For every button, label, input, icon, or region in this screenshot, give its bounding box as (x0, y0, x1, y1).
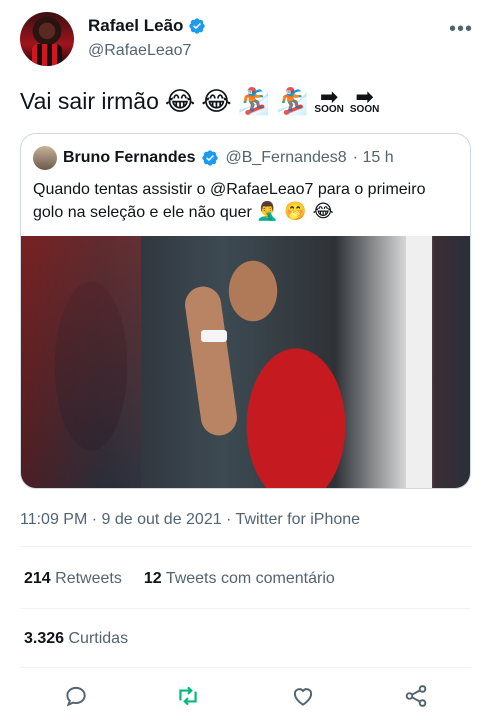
quoted-photo[interactable] (21, 236, 470, 488)
laughing-emoji: 😂 (201, 86, 232, 117)
quoted-time: · 15 h (352, 149, 394, 166)
tweet-stats: 214 Retweets 12 Tweets com comentário (24, 570, 335, 588)
more-icon[interactable]: ••• (449, 18, 473, 41)
author-handle[interactable]: @RafaeLeao7 (88, 42, 206, 60)
tweet-header: Rafael Leão @RafaeLeao7 ••• (20, 12, 473, 68)
tweet-timestamp[interactable]: 11:09 PM · 9 de out de 2021 · Twitter fo… (20, 511, 360, 529)
author-name-text[interactable]: Rafael Leão (88, 16, 183, 36)
quoted-emojis: 🤦‍♂️ 🤭 😂 (256, 201, 334, 222)
divider (20, 667, 471, 668)
tweet-text: Vai sair irmão 😂 😂 🏂 🏂 ➡ SOON ➡ SOON (20, 83, 380, 117)
laughing-emoji: 😂 (164, 86, 196, 117)
quotes-stat[interactable]: 12 Tweets com comentário (144, 570, 335, 588)
soon-arrow-emoji: ➡ SOON (314, 83, 344, 115)
quoted-display-name: Bruno Fernandes (63, 149, 196, 166)
divider (20, 608, 471, 609)
divider (20, 546, 471, 547)
tweet-actions (0, 683, 491, 709)
reply-icon[interactable] (63, 683, 89, 709)
quoted-avatar (33, 146, 57, 170)
like-icon[interactable] (290, 683, 316, 709)
author-avatar[interactable] (20, 12, 74, 66)
quoted-handle: @B_Fernandes8 (225, 149, 347, 166)
verified-icon (189, 18, 206, 34)
quoted-text: Quando tentas assistir o @RafaeLeao7 par… (33, 178, 458, 224)
author-display-name[interactable]: Rafael Leão (88, 16, 206, 36)
share-icon[interactable] (403, 683, 429, 709)
tweet-text-content: Vai sair irmão (20, 88, 159, 114)
author-names: Rafael Leão @RafaeLeao7 (88, 16, 206, 60)
soon-arrow-emoji: ➡ SOON (349, 83, 380, 115)
quoted-header: Bruno Fernandes @B_Fernandes8 · 15 h (33, 146, 394, 170)
verified-icon (202, 150, 219, 166)
retweets-stat[interactable]: 214 Retweets (24, 570, 122, 588)
likes-stat[interactable]: 3.326 Curtidas (24, 630, 128, 648)
quoted-text-content: Quando tentas assistir o @RafaeLeao7 par… (33, 181, 426, 221)
retweet-icon[interactable] (175, 683, 201, 709)
snowboarder-emoji: 🏂 (237, 86, 271, 117)
quoted-tweet[interactable]: Bruno Fernandes @B_Fernandes8 · 15 h Qua… (20, 133, 471, 489)
snowboarder-emoji: 🏂 (276, 86, 309, 117)
